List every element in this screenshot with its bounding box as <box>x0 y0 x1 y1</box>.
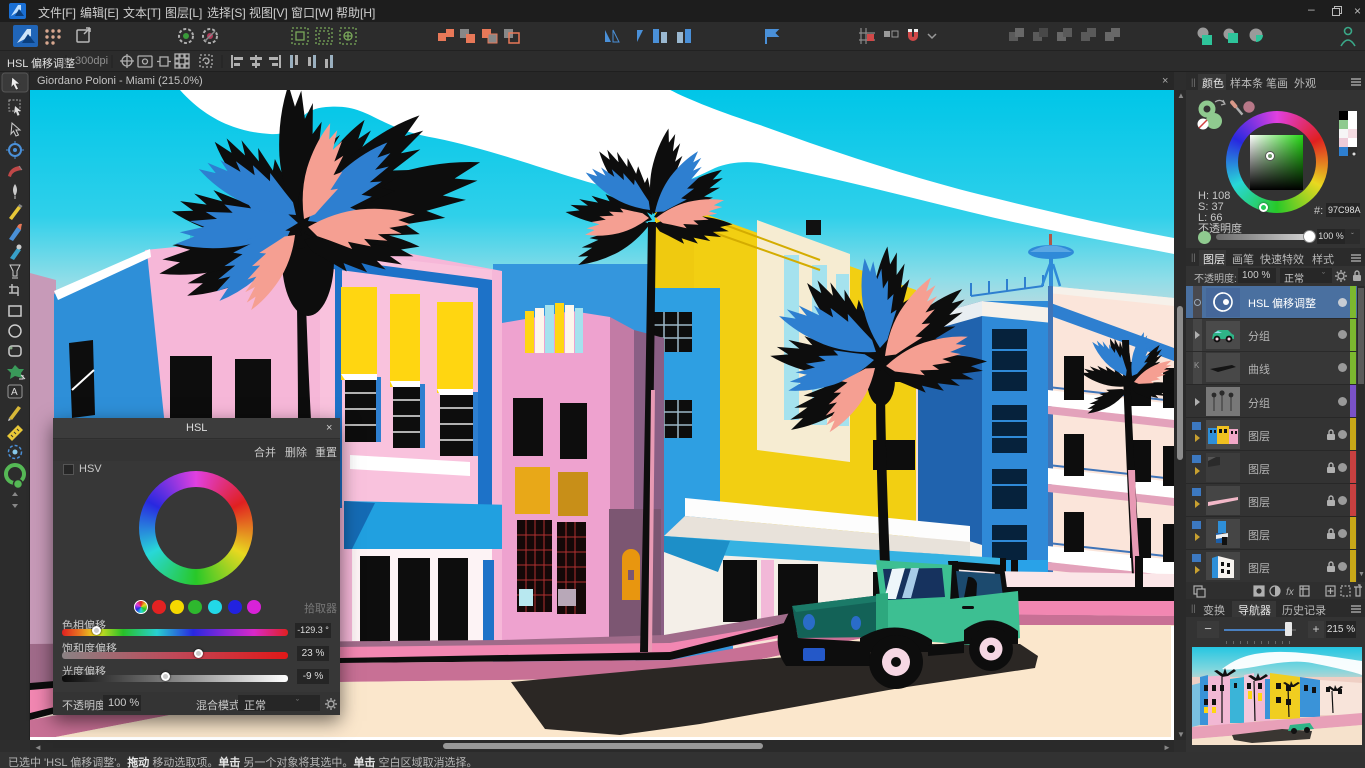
svg-text:97C98A: 97C98A <box>1328 205 1361 215</box>
svg-text:fx: fx <box>1286 587 1295 598</box>
svg-text:#:: #: <box>1314 205 1323 217</box>
svg-text:A: A <box>11 387 18 398</box>
